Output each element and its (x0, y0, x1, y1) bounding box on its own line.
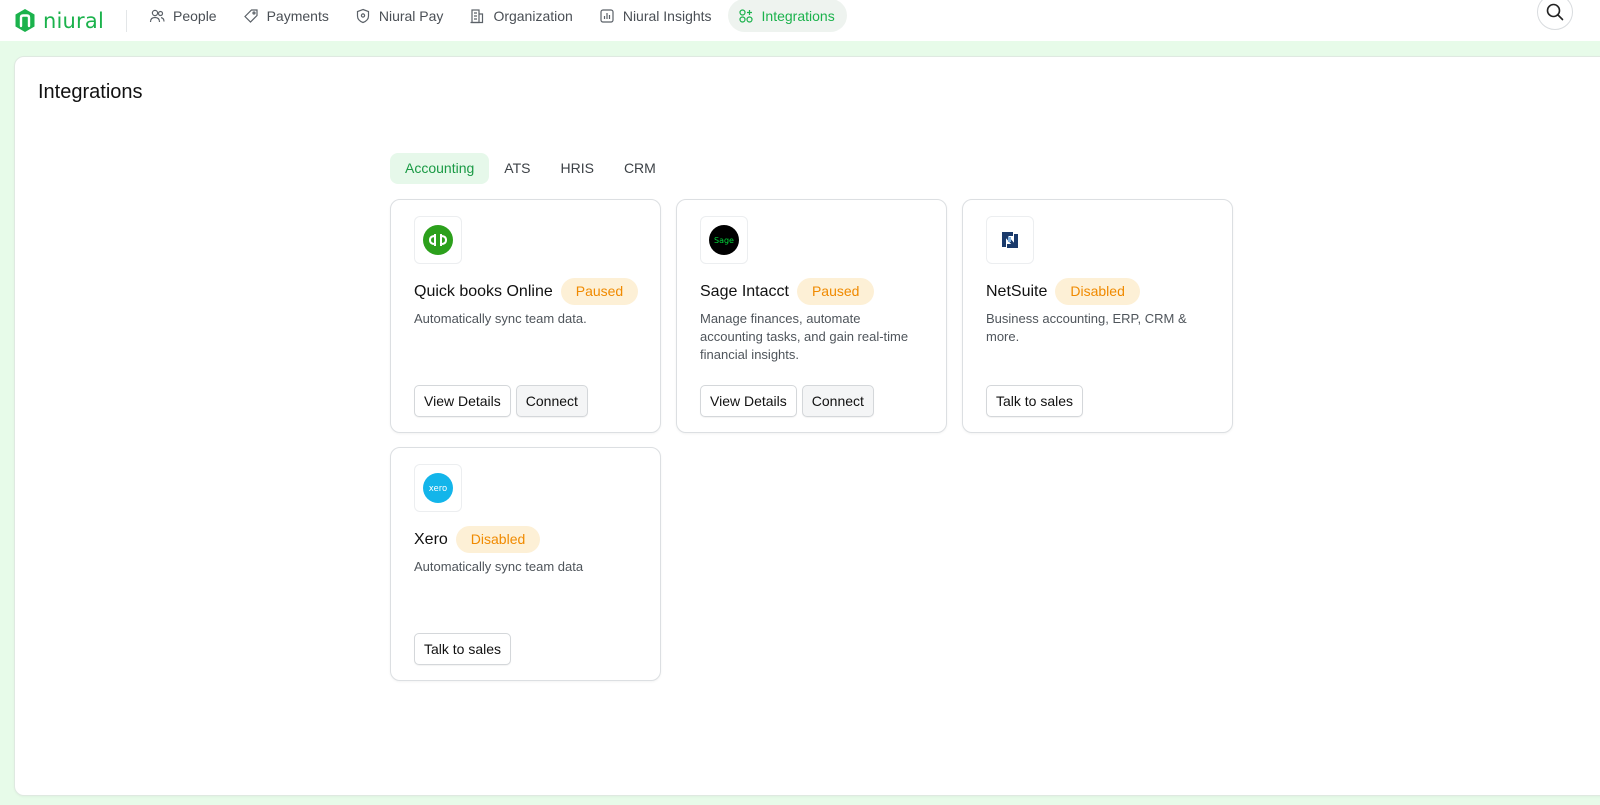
search-icon (1546, 3, 1564, 21)
apps-icon (738, 8, 753, 23)
xero-logo-text: xero (429, 484, 448, 494)
card-header: Xero Disabled (414, 526, 541, 553)
nav-item-people[interactable]: People (139, 0, 229, 32)
card-actions: View Details Connect (700, 385, 879, 417)
nav-item-payments[interactable]: Payments (233, 0, 341, 32)
card-actions: Talk to sales (986, 385, 1088, 417)
building-icon (470, 8, 484, 23)
integration-description: Manage finances, automate accounting tas… (700, 311, 909, 362)
integration-description: Business accounting, ERP, CRM & more. (986, 311, 1187, 344)
nav-label-niural-insights: Niural Insights (622, 7, 712, 24)
nav-label-integrations: Integrations (761, 7, 835, 24)
brand-name: niural (43, 8, 104, 33)
top-navigation: niural People Payments Niural Pay Organi… (0, 0, 1600, 41)
page-title: Integrations (38, 81, 143, 103)
tab-hris[interactable]: HRIS (545, 153, 608, 184)
sage-logo-icon: Sage (709, 225, 739, 255)
integration-card-xero: xero Xero Disabled Automatically sync te… (390, 447, 661, 681)
nav-label-payments: Payments (266, 7, 329, 24)
tab-ats[interactable]: ATS (489, 153, 545, 184)
integration-card-quickbooks: Quick books Online Paused Automatically … (390, 199, 661, 433)
brand-divider (126, 9, 127, 32)
nav-label-niural-pay: Niural Pay (378, 7, 444, 24)
integration-description: Automatically sync team data (414, 559, 584, 574)
netsuite-logo-icon (1001, 231, 1019, 249)
quickbooks-logo (414, 216, 462, 264)
shield-icon (356, 8, 369, 23)
nav-item-niural-pay[interactable]: Niural Pay (345, 0, 456, 32)
netsuite-logo (986, 216, 1034, 264)
nav-label-people: People (173, 7, 217, 24)
card-actions: Talk to sales (414, 633, 516, 665)
card-header: Sage Intacct Paused (700, 278, 875, 305)
status-badge: Paused (796, 278, 875, 305)
nav-item-niural-insights[interactable]: Niural Insights (589, 0, 724, 32)
integration-name: Sage Intacct (700, 282, 789, 300)
category-tabs: Accounting ATS HRIS CRM (390, 153, 671, 184)
card-actions: View Details Connect (414, 385, 593, 417)
nav-item-integrations[interactable]: Integrations (727, 0, 847, 32)
status-badge: Disabled (1055, 278, 1140, 305)
tag-icon (243, 8, 258, 23)
card-header: NetSuite Disabled (986, 278, 1140, 305)
talk-to-sales-button[interactable]: Talk to sales (986, 385, 1084, 417)
people-icon (149, 9, 165, 22)
tab-crm[interactable]: CRM (609, 153, 671, 184)
chart-icon (600, 8, 614, 23)
status-badge: Paused (560, 278, 639, 305)
niural-logo-icon (15, 9, 35, 32)
card-header: Quick books Online Paused (414, 278, 639, 305)
brand[interactable]: niural (14, 6, 104, 36)
sage-logo: Sage (700, 216, 748, 264)
status-badge: Disabled (455, 526, 541, 553)
tab-accounting[interactable]: Accounting (390, 153, 490, 184)
integration-name: Xero (414, 530, 448, 548)
view-details-button[interactable]: View Details (700, 385, 797, 417)
integration-card-sage-intacct: Sage Sage Intacct Paused Manage finances… (676, 199, 947, 433)
sage-logo-text: Sage (714, 236, 734, 245)
integration-name: NetSuite (986, 282, 1048, 300)
xero-logo: xero (414, 464, 462, 512)
search-button[interactable] (1537, 0, 1573, 30)
view-details-button[interactable]: View Details (414, 385, 511, 417)
quickbooks-logo-icon (423, 225, 453, 255)
integration-name: Quick books Online (414, 282, 553, 300)
talk-to-sales-button[interactable]: Talk to sales (414, 633, 512, 665)
main-nav: People Payments Niural Pay Organization (139, 0, 851, 41)
integration-card-netsuite: NetSuite Disabled Business accounting, E… (962, 199, 1233, 433)
connect-button[interactable]: Connect (515, 385, 588, 417)
integration-description: Automatically sync team data. (414, 311, 587, 326)
connect-button[interactable]: Connect (801, 385, 874, 417)
nav-item-organization[interactable]: Organization (459, 0, 584, 32)
xero-logo-icon: xero (423, 473, 453, 503)
nav-label-organization: Organization (493, 7, 573, 24)
